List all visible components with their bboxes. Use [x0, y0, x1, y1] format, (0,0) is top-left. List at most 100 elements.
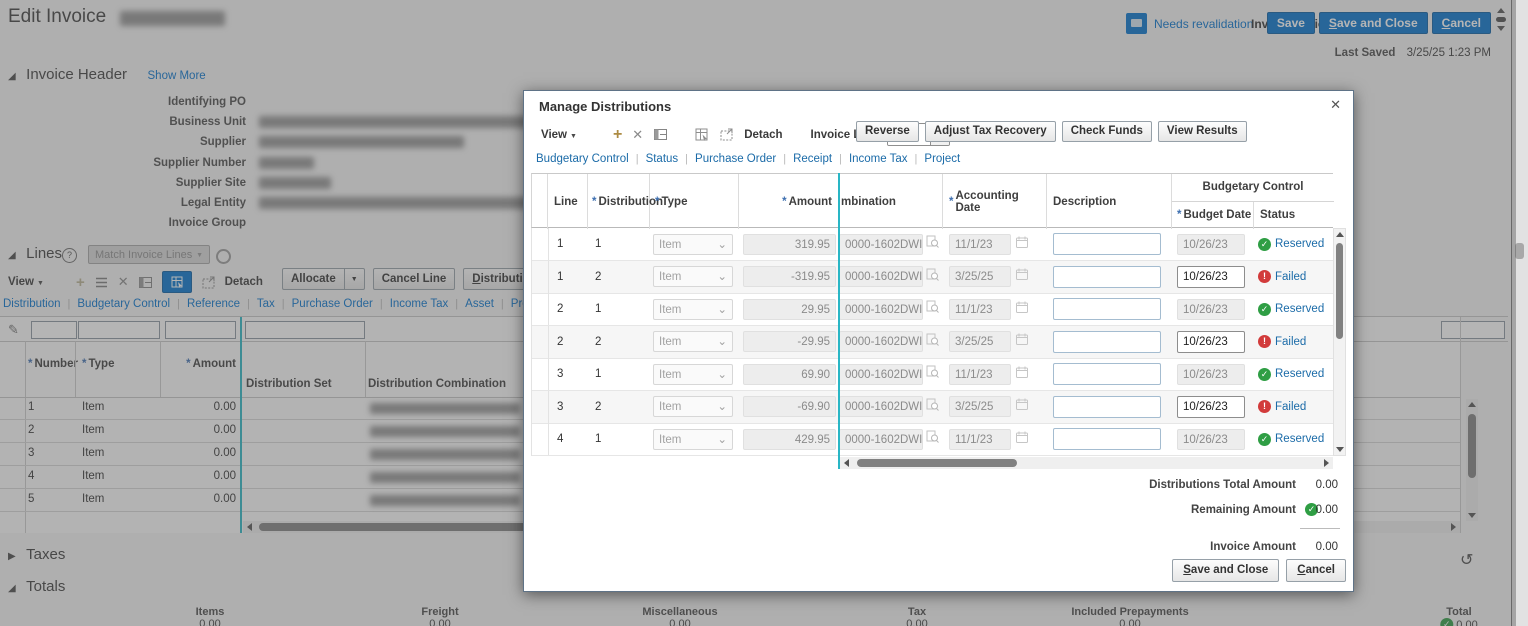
- tab-status[interactable]: Status: [646, 153, 679, 165]
- distribution-row[interactable]: 22Item⌄-29.950000-1602DWI-0003/25/2510/2…: [532, 326, 1334, 359]
- col-line[interactable]: Line: [548, 174, 588, 229]
- budget-date-input[interactable]: 10/26/23: [1177, 266, 1245, 288]
- description-input[interactable]: [1053, 298, 1161, 320]
- cell-status: ✓Reserved: [1254, 423, 1338, 455]
- distribution-row[interactable]: 11Item⌄319.950000-1602DWI-00011/1/2310/2…: [532, 228, 1334, 261]
- cell-status: !Failed: [1254, 391, 1338, 423]
- search-lov-icon[interactable]: [926, 398, 939, 416]
- distribution-value: 1: [595, 433, 601, 445]
- search-lov-icon[interactable]: [926, 333, 939, 351]
- budget-date-input[interactable]: 10/26/23: [1177, 331, 1245, 353]
- distribution-value: 2: [595, 401, 601, 413]
- adjust-tax-recovery-button[interactable]: Adjust Tax Recovery: [925, 121, 1056, 142]
- cell-amount: 319.95: [739, 228, 839, 260]
- cell-accounting-date: 3/25/25: [943, 391, 1047, 423]
- cell-amount: 29.95: [739, 293, 839, 325]
- search-lov-icon[interactable]: [926, 300, 939, 318]
- combination-input: 0000-1602DWI-000: [839, 331, 923, 352]
- distribution-row[interactable]: 21Item⌄29.950000-1602DWI-00011/1/2310/26…: [532, 293, 1334, 326]
- dialog-title: Manage Distributions: [539, 99, 671, 114]
- cell-combination: 0000-1602DWI-000: [839, 293, 943, 325]
- detach-icon[interactable]: [719, 127, 734, 142]
- type-value: Item: [659, 332, 681, 351]
- delete-row-icon[interactable]: ✕: [632, 127, 643, 143]
- distribution-row[interactable]: 32Item⌄-69.900000-1602DWI-0003/25/2510/2…: [532, 391, 1334, 424]
- cell-budget-date: 10/26/23: [1172, 261, 1254, 293]
- cell-accounting-date: 3/25/25: [943, 261, 1047, 293]
- chevron-down-icon: ⌄: [717, 267, 727, 286]
- cell-amount: 429.95: [739, 423, 839, 455]
- tab-purchase-order[interactable]: Purchase Order: [695, 153, 776, 165]
- cell-combination: 0000-1602DWI-000: [839, 423, 943, 455]
- dialog-vscrollbar[interactable]: [1333, 228, 1346, 456]
- col-description[interactable]: Description: [1047, 174, 1172, 229]
- status-label[interactable]: Reserved: [1275, 303, 1324, 315]
- scroll-down-icon[interactable]: [1336, 447, 1344, 452]
- dialog-cancel-button[interactable]: Cancel: [1286, 559, 1346, 582]
- freeze-columns-icon[interactable]: [653, 127, 668, 142]
- dialog-hscrollbar[interactable]: [840, 457, 1333, 469]
- budget-date-input: 10/26/23: [1177, 299, 1245, 320]
- col-accounting-date[interactable]: *Accounting Date: [943, 174, 1047, 229]
- cell-type: Item⌄: [650, 391, 739, 423]
- status-label[interactable]: Failed: [1275, 336, 1306, 348]
- calendar-icon: [1015, 267, 1029, 286]
- combination-input: 0000-1602DWI-000: [839, 396, 923, 417]
- line-value: 2: [557, 336, 563, 348]
- col-combination[interactable]: mbination: [839, 174, 943, 229]
- scroll-right-icon[interactable]: [1324, 459, 1329, 467]
- description-input[interactable]: [1053, 363, 1161, 385]
- invoice-amount-value: 0.00: [1296, 541, 1338, 553]
- status-label[interactable]: Failed: [1275, 271, 1306, 283]
- search-lov-icon[interactable]: [926, 235, 939, 253]
- description-input[interactable]: [1053, 331, 1161, 353]
- detach-label[interactable]: Detach: [744, 129, 782, 141]
- description-input[interactable]: [1053, 396, 1161, 418]
- status-label[interactable]: Reserved: [1275, 433, 1324, 445]
- description-input[interactable]: [1053, 233, 1161, 255]
- status-ok-icon: ✓: [1258, 303, 1271, 316]
- col-amount[interactable]: *Amount: [739, 174, 839, 229]
- dialog-hscroll-thumb[interactable]: [857, 459, 1017, 467]
- col-type[interactable]: *Type: [650, 174, 739, 229]
- scroll-left-icon[interactable]: [844, 459, 849, 467]
- type-value: Item: [659, 267, 681, 286]
- status-label[interactable]: Reserved: [1275, 238, 1324, 250]
- distribution-row[interactable]: 12Item⌄-319.950000-1602DWI-0003/25/2510/…: [532, 261, 1334, 294]
- page-scrollbar-thumb[interactable]: [1515, 243, 1524, 259]
- type-select: Item⌄: [653, 396, 733, 417]
- dialog-vscroll-thumb[interactable]: [1336, 243, 1343, 339]
- col-status[interactable]: Status: [1254, 202, 1334, 229]
- dialog-frozen-pane-divider[interactable]: [838, 173, 840, 469]
- budget-date-input[interactable]: 10/26/23: [1177, 396, 1245, 418]
- check-funds-button[interactable]: Check Funds: [1062, 121, 1152, 142]
- status-label[interactable]: Failed: [1275, 401, 1306, 413]
- budget-date-input: 10/26/23: [1177, 234, 1245, 255]
- col-distribution[interactable]: *Distribution: [588, 174, 650, 229]
- description-input[interactable]: [1053, 428, 1161, 450]
- dialog-table-header: Line *Distribution *Type *Amount mbinati…: [531, 173, 1333, 228]
- col-budget-date[interactable]: *Budget Date: [1172, 202, 1254, 229]
- view-results-button[interactable]: View Results: [1158, 121, 1247, 142]
- close-icon[interactable]: ✕: [1330, 97, 1341, 113]
- tab-project[interactable]: Project: [924, 153, 960, 165]
- status-label[interactable]: Reserved: [1275, 368, 1324, 380]
- distribution-row[interactable]: 31Item⌄69.900000-1602DWI-00011/1/2310/26…: [532, 358, 1334, 391]
- add-row-icon[interactable]: +: [613, 126, 622, 144]
- dialog-view-menu[interactable]: View▼: [541, 129, 577, 141]
- search-lov-icon[interactable]: [926, 365, 939, 383]
- tab-income-tax[interactable]: Income Tax: [849, 153, 908, 165]
- chevron-down-icon: ⌄: [717, 430, 727, 449]
- reverse-button[interactable]: Reverse: [856, 121, 919, 142]
- dialog-save-and-close-button[interactable]: Save and Close: [1172, 559, 1279, 582]
- tab-budgetary-control[interactable]: Budgetary Control: [536, 153, 629, 165]
- scroll-up-icon[interactable]: [1336, 232, 1344, 237]
- search-lov-icon[interactable]: [926, 430, 939, 448]
- description-input[interactable]: [1053, 266, 1161, 288]
- type-value: Item: [659, 397, 681, 416]
- cell-amount: -69.90: [739, 391, 839, 423]
- search-lov-icon[interactable]: [926, 268, 939, 286]
- distribution-row[interactable]: 41Item⌄429.950000-1602DWI-00011/1/2310/2…: [532, 423, 1334, 456]
- tab-receipt[interactable]: Receipt: [793, 153, 832, 165]
- select-column-icon[interactable]: [694, 127, 709, 142]
